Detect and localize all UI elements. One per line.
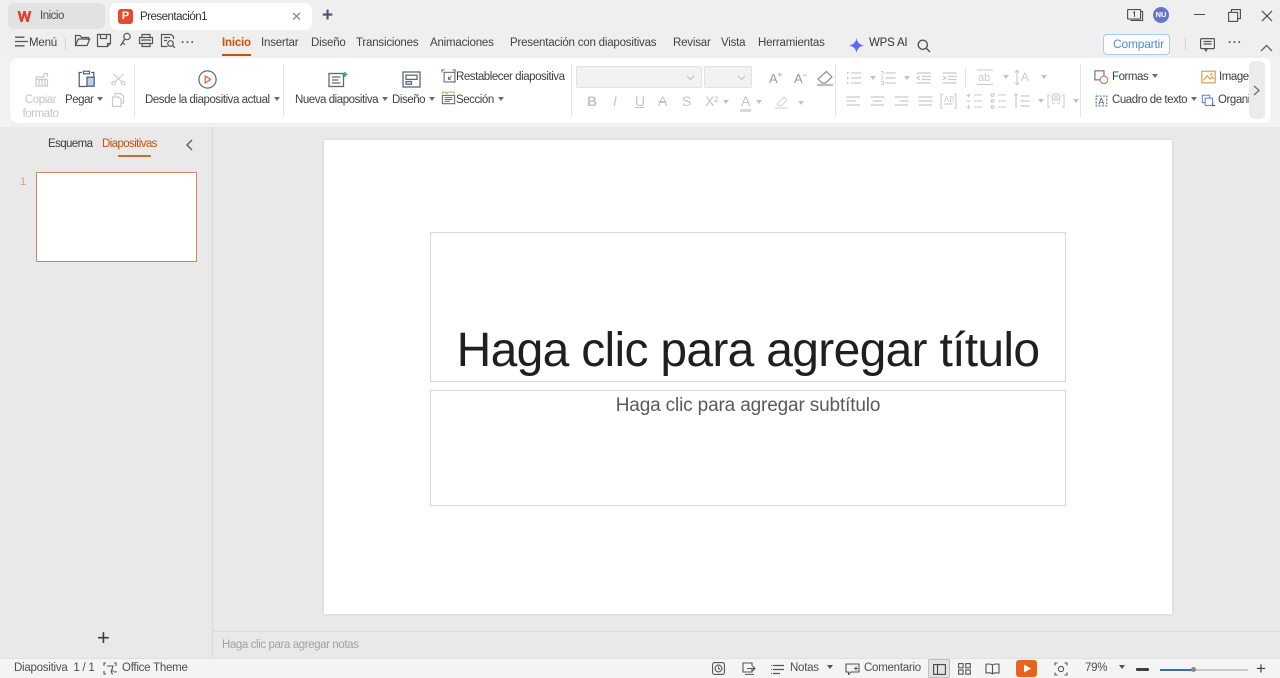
svg-text:A: A	[1098, 97, 1105, 107]
svg-text:AB: AB	[944, 95, 955, 104]
svg-text:A: A	[1021, 70, 1029, 84]
svg-text:ab: ab	[978, 72, 990, 84]
